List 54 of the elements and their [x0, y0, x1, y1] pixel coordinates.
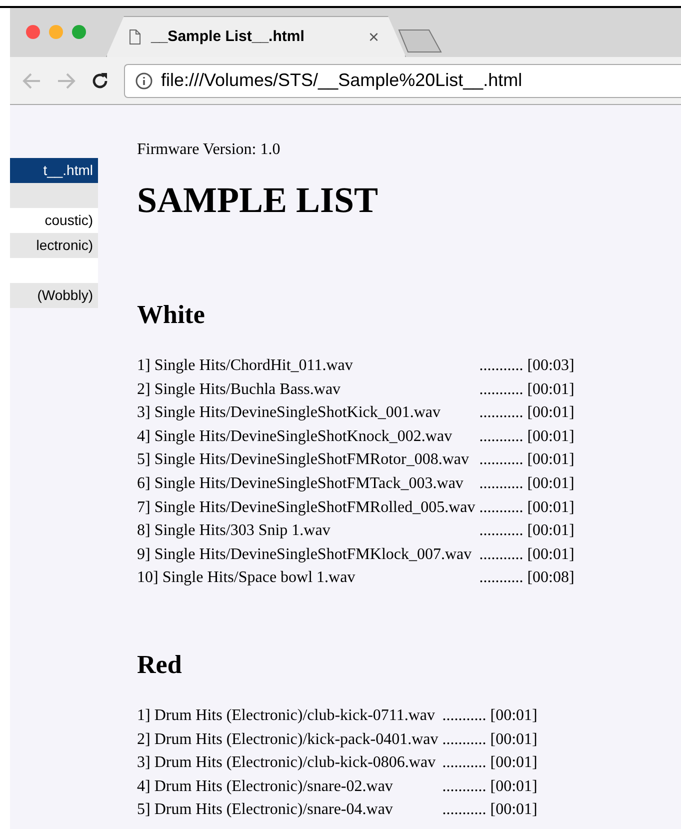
reload-icon[interactable] — [90, 70, 110, 90]
sample-duration: ........... [00:01] — [479, 544, 574, 565]
address-bar[interactable]: file:///Volumes/STS/__Sample%20List__.html — [124, 64, 681, 98]
info-icon — [135, 72, 153, 90]
sample-name: 2] Drum Hits (Electronic)/kick-pack-0401.wav — [137, 730, 440, 750]
firmware-version: Firmware Version: 1.0 — [137, 140, 282, 160]
browser-tab[interactable]: __Sample List__.html × — [106, 16, 406, 57]
sample-name: 5] Single Hits/DevineSingleShotFMRotor_008.wav — [137, 450, 470, 470]
sample-duration: ........... [00:01] — [479, 498, 574, 518]
section-heading: White — [137, 300, 206, 330]
sample-duration: ........... [00:03] — [479, 356, 574, 376]
sample-duration: ........... [00:01] — [479, 474, 574, 494]
forward-arrow-icon[interactable] — [56, 72, 76, 90]
sample-name: 4] Single Hits/DevineSingleShotKnock_002.wav — [137, 426, 454, 447]
page-title: SAMPLE LIST — [137, 180, 380, 220]
section-heading: Red — [137, 650, 183, 680]
close-tab-button[interactable]: × — [368, 24, 379, 50]
sample-name: 6] Single Hits/DevineSingleShotFMTack_003.wav — [137, 474, 464, 494]
sample-name: 2] Single Hits/Buchla Bass.wav — [137, 380, 342, 400]
sample-duration: ........... [00:01] — [479, 426, 574, 447]
sample-duration: ........... [00:01] — [442, 800, 538, 820]
sample-name: 3] Single Hits/DevineSingleShotKick_001.wav — [137, 403, 442, 424]
sample-name: 1] Single Hits/ChordHit_011.wav — [137, 356, 354, 376]
close-window-button[interactable] — [26, 24, 40, 38]
sidebar-item[interactable] — [10, 183, 98, 208]
document-icon — [129, 29, 141, 45]
sample-duration: ........... [00:01] — [442, 706, 538, 726]
minimize-window-button[interactable] — [49, 24, 63, 38]
sample-name: 3] Drum Hits (Electronic)/club-kick-0806.wav — [137, 753, 437, 774]
sidebar-item[interactable]: lectronic) — [10, 233, 98, 258]
sample-name: 9] Single Hits/DevineSingleShotFMKlock_007.wav — [137, 544, 473, 565]
sample-duration: ........... [00:01] — [479, 403, 574, 424]
sample-name: 10] Single Hits/Space bowl 1.wav — [137, 568, 356, 588]
sample-duration: ........... [00:08] — [479, 568, 574, 588]
sample-duration: ........... [00:01] — [479, 380, 574, 400]
sample-name: 4] Drum Hits (Electronic)/snare-02.wav — [137, 776, 394, 797]
sample-name: 8] Single Hits/303 Snip 1.wav — [137, 521, 332, 542]
sidebar-item[interactable]: coustic) — [10, 208, 98, 233]
back-arrow-icon[interactable] — [22, 72, 42, 90]
maximize-window-button[interactable] — [72, 24, 86, 38]
sample-duration: ........... [00:01] — [442, 753, 538, 774]
sample-duration: ........... [00:01] — [442, 730, 538, 750]
tab-title: __Sample List__.html — [151, 26, 306, 47]
sample-name: 5] Drum Hits (Electronic)/snare-04.wav — [137, 800, 394, 820]
url-text: file:///Volumes/STS/__Sample%20List__.html — [161, 69, 522, 92]
sidebar-item[interactable]: t__.html — [10, 158, 98, 183]
sample-duration: ........... [00:01] — [442, 776, 538, 797]
sample-name: 7] Single Hits/DevineSingleShotFMRolled_005.wav — [137, 498, 476, 518]
sidebar-item[interactable]: (Wobbly) — [10, 283, 98, 308]
sidebar-item[interactable] — [10, 258, 98, 283]
sample-duration: ........... [00:01] — [479, 450, 574, 470]
sample-duration: ........... [00:01] — [479, 521, 574, 542]
sample-name: 1] Drum Hits (Electronic)/club-kick-0711.wav — [137, 706, 436, 726]
new-tab-button[interactable] — [398, 29, 442, 53]
